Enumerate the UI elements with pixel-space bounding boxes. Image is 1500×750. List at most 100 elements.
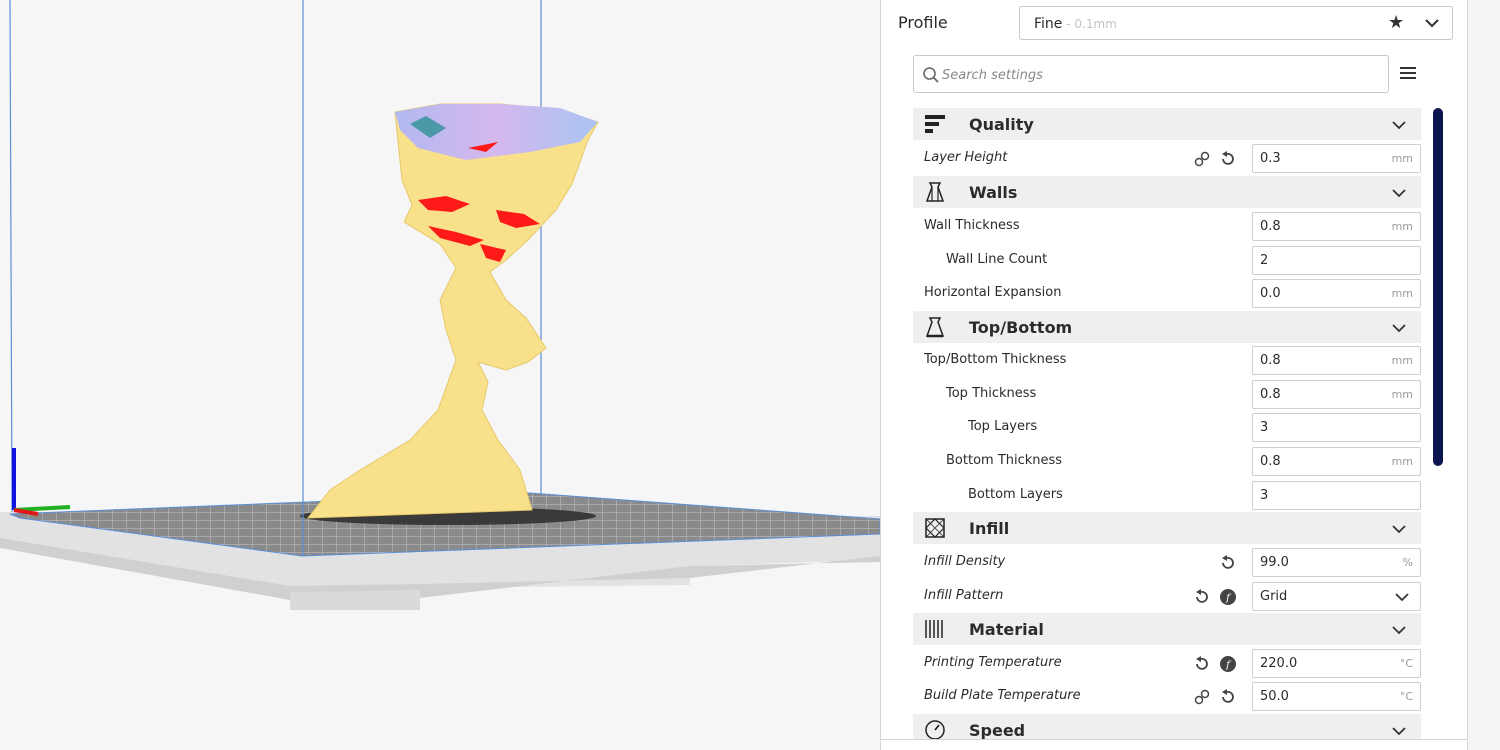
link-icon <box>1194 689 1210 705</box>
reset-icon[interactable] <box>1193 655 1211 673</box>
walls-icon <box>925 182 945 202</box>
profile-layer-height: - 0.1mm <box>1062 17 1117 31</box>
horizontal-expansion-input[interactable]: 0.0 mm <box>1252 279 1421 308</box>
setting-top-thickness[interactable]: Top Thickness 0.8 mm <box>913 378 1421 410</box>
layer-height-input[interactable]: 0.3 mm <box>1252 144 1421 173</box>
top-layers-input[interactable]: 3 <box>1252 413 1421 442</box>
reset-icon[interactable] <box>1219 150 1237 168</box>
field-unit: mm <box>1391 388 1413 401</box>
setting-bottom-thickness[interactable]: Bottom Thickness 0.8 mm <box>913 445 1421 477</box>
setting-label: Top Thickness <box>946 386 1037 401</box>
category-infill[interactable]: Infill <box>913 512 1421 544</box>
category-label: Quality <box>969 115 1034 134</box>
print-settings-panel: Profile Fine - 0.1mm ★ Quality Layer Hei… <box>880 0 1468 750</box>
panel-divider <box>880 739 1468 740</box>
build-plate-temperature-input[interactable]: 50.0 °C <box>1252 682 1421 711</box>
chevron-down-icon[interactable] <box>1390 621 1408 639</box>
link-icon <box>1194 151 1210 167</box>
category-label: Infill <box>969 519 1010 538</box>
top-bottom-icon <box>925 317 945 338</box>
field-unit: mm <box>1391 354 1413 367</box>
field-unit: mm <box>1391 152 1413 165</box>
setting-label: Build Plate Temperature <box>924 688 1081 703</box>
setting-label: Infill Density <box>924 554 1006 569</box>
chevron-down-icon[interactable] <box>1390 116 1408 134</box>
function-icon: f <box>1220 656 1236 672</box>
bottom-thickness-input[interactable]: 0.8 mm <box>1252 447 1421 476</box>
field-value: 99.0 <box>1260 555 1289 570</box>
category-top-bottom[interactable]: Top/Bottom <box>913 311 1421 343</box>
setting-bottom-layers[interactable]: Bottom Layers 3 <box>913 479 1421 511</box>
profile-selected-value: Fine - 0.1mm <box>1034 16 1117 32</box>
speed-icon <box>925 720 945 740</box>
settings-scrollbar[interactable] <box>1433 108 1443 466</box>
chevron-down-icon[interactable] <box>1390 184 1408 202</box>
reset-icon[interactable] <box>1219 554 1237 572</box>
field-unit: mm <box>1391 220 1413 233</box>
field-unit: °C <box>1399 690 1413 703</box>
setting-wall-thickness[interactable]: Wall Thickness 0.8 mm <box>913 210 1421 242</box>
profile-dropdown[interactable]: Fine - 0.1mm ★ <box>1019 6 1453 40</box>
chevron-down-icon[interactable] <box>1390 319 1408 337</box>
category-material[interactable]: Material <box>913 613 1421 645</box>
setting-layer-height[interactable]: Layer Height 0.3 mm <box>913 142 1421 174</box>
hamburger-menu-icon[interactable] <box>1399 64 1417 82</box>
setting-label: Wall Thickness <box>924 218 1020 233</box>
reset-icon[interactable] <box>1193 588 1211 606</box>
category-label: Top/Bottom <box>969 318 1073 337</box>
top-thickness-input[interactable]: 0.8 mm <box>1252 380 1421 409</box>
field-value: 0.8 <box>1260 387 1281 402</box>
top-bottom-thickness-input[interactable]: 0.8 mm <box>1252 346 1421 375</box>
3d-model[interactable] <box>306 103 599 519</box>
printing-temperature-input[interactable]: 220.0 °C <box>1252 649 1421 678</box>
category-label: Material <box>969 620 1044 639</box>
setting-wall-line-count[interactable]: Wall Line Count 2 <box>913 244 1421 276</box>
setting-build-plate-temperature[interactable]: Build Plate Temperature 50.0 °C <box>913 680 1421 712</box>
setting-top-layers[interactable]: Top Layers 3 <box>913 411 1421 443</box>
3d-viewport[interactable] <box>0 0 880 750</box>
field-value: 3 <box>1260 488 1269 503</box>
setting-infill-density[interactable]: Infill Density 99.0% <box>913 546 1421 578</box>
field-value: 220.0 <box>1260 656 1298 671</box>
field-value: 50.0 <box>1260 689 1289 704</box>
category-walls[interactable]: Walls <box>913 176 1421 208</box>
setting-label: Bottom Layers <box>968 487 1063 502</box>
setting-horizontal-expansion[interactable]: Horizontal Expansion 0.0 mm <box>913 277 1421 309</box>
field-value: 2 <box>1260 253 1269 268</box>
wall-line-count-input[interactable]: 2 <box>1252 246 1421 275</box>
field-value: 0.0 <box>1260 286 1281 301</box>
bottom-layers-input[interactable]: 3 <box>1252 481 1421 510</box>
chevron-down-icon[interactable] <box>1390 722 1408 740</box>
wall-thickness-input[interactable]: 0.8 mm <box>1252 212 1421 241</box>
setting-label: Infill Pattern <box>924 588 1004 603</box>
infill-icon <box>925 518 945 538</box>
chevron-down-icon[interactable] <box>1390 520 1408 538</box>
field-value: Grid <box>1260 589 1288 604</box>
category-quality[interactable]: Quality <box>913 108 1421 140</box>
viewport-scene <box>0 0 880 610</box>
infill-density-input[interactable]: 99.0% <box>1252 548 1421 577</box>
setting-label: Printing Temperature <box>924 655 1062 670</box>
field-unit: mm <box>1391 455 1413 468</box>
chevron-down-icon[interactable] <box>1422 13 1442 33</box>
profile-label: Profile <box>898 13 948 32</box>
field-value: 0.8 <box>1260 353 1281 368</box>
chevron-down-icon <box>1395 593 1409 602</box>
setting-top-bottom-thickness[interactable]: Top/Bottom Thickness 0.8 mm <box>913 344 1421 376</box>
setting-label: Top Layers <box>968 419 1038 434</box>
setting-label: Layer Height <box>924 150 1008 165</box>
infill-pattern-select[interactable]: Grid <box>1252 582 1421 611</box>
category-label: Walls <box>969 183 1018 202</box>
setting-infill-pattern[interactable]: Infill Pattern f Grid <box>913 580 1421 612</box>
settings-list[interactable]: Quality Layer Height 0.3 mm Walls Wall Th… <box>913 108 1421 740</box>
right-margin <box>1468 0 1500 750</box>
category-speed[interactable]: Speed <box>913 714 1421 740</box>
reset-icon[interactable] <box>1219 688 1237 706</box>
setting-label: Wall Line Count <box>946 252 1048 267</box>
search-input[interactable] <box>942 63 1382 87</box>
setting-printing-temperature[interactable]: Printing Temperature f 220.0 °C <box>913 647 1421 679</box>
search-settings-box[interactable] <box>913 55 1389 93</box>
favorite-star-icon[interactable]: ★ <box>1388 12 1404 33</box>
field-unit: mm <box>1391 287 1413 300</box>
field-value: 0.8 <box>1260 219 1281 234</box>
